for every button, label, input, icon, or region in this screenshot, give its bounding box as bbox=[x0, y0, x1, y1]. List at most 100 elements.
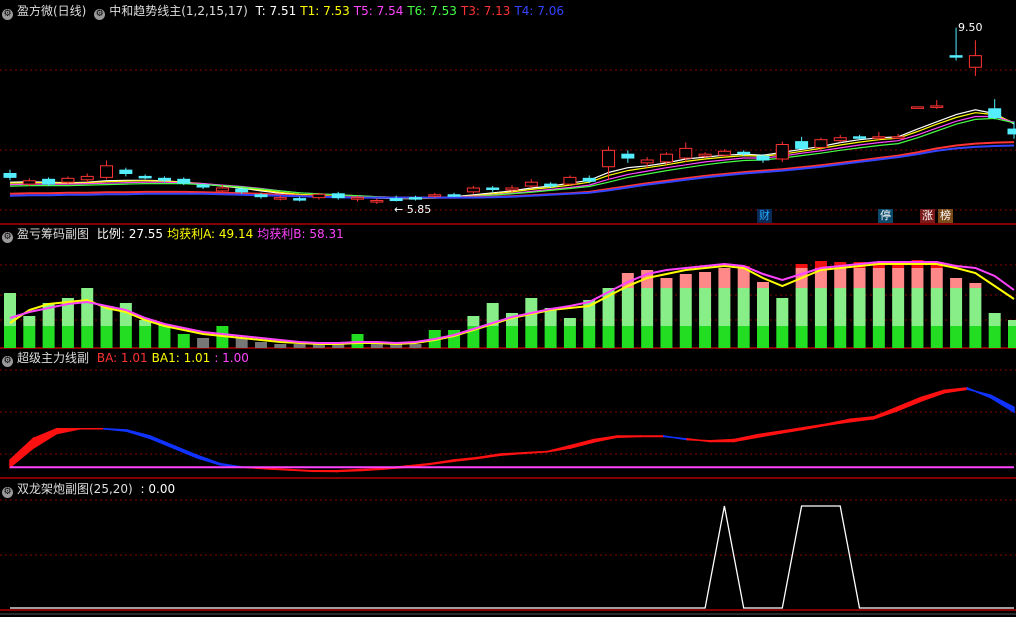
chip-bar-mid bbox=[814, 288, 827, 326]
chip-bar-base bbox=[4, 326, 16, 348]
candle-body bbox=[833, 137, 847, 142]
force-ribbon bbox=[312, 470, 338, 473]
force-ribbon bbox=[9, 436, 35, 469]
settings-icon[interactable]: ⚙ bbox=[94, 9, 106, 20]
candle-body bbox=[351, 197, 365, 200]
chip-bar-mid bbox=[834, 288, 847, 326]
indicator-name[interactable]: 超级主力线副 bbox=[17, 351, 89, 365]
force-ribbon bbox=[709, 438, 735, 443]
chip-bar-mid bbox=[950, 288, 963, 326]
candle-body bbox=[3, 173, 17, 178]
candle-body bbox=[370, 200, 384, 203]
chip-bar-upper bbox=[718, 268, 731, 288]
chip-bar-upper bbox=[930, 268, 943, 288]
chip-bar-upper bbox=[757, 282, 769, 288]
chip-bar-base bbox=[699, 326, 712, 348]
candle-body bbox=[1007, 128, 1016, 135]
chip-bar-base bbox=[969, 326, 982, 348]
chip-bar-mid bbox=[641, 288, 654, 326]
chip-panel[interactable] bbox=[4, 260, 1016, 348]
candle-body bbox=[717, 150, 731, 156]
candle-body bbox=[910, 106, 924, 109]
chip-bar-mid bbox=[737, 288, 750, 326]
chip-bar-mid bbox=[81, 288, 94, 326]
indicator-value: 均获利A: 49.14 bbox=[167, 227, 254, 241]
force-ribbon bbox=[569, 438, 595, 449]
chip-bar-mid bbox=[660, 288, 673, 326]
candle-body bbox=[563, 176, 577, 185]
chip-bar-base bbox=[409, 344, 422, 348]
event-tag[interactable]: 财 bbox=[757, 209, 772, 223]
indicator-value: T3: 7.13 bbox=[460, 4, 511, 18]
candle-body bbox=[157, 177, 171, 181]
chip-bar-base bbox=[679, 326, 692, 348]
force-ribbon bbox=[943, 387, 969, 394]
stock-title[interactable]: 盈方微(日线) bbox=[17, 4, 86, 18]
indicator-name[interactable]: 盈亏筹码副图 bbox=[17, 227, 89, 241]
candle-body bbox=[466, 187, 480, 193]
signal-line bbox=[10, 505, 1014, 609]
low-price-label: ← 5.85 bbox=[394, 203, 432, 216]
candle-body bbox=[331, 193, 345, 199]
settings-icon[interactable]: ⚙ bbox=[2, 232, 13, 243]
high-price-label: 9.50 bbox=[958, 21, 983, 34]
chip-bar-base bbox=[602, 326, 615, 348]
chip-bar-mid bbox=[23, 316, 36, 326]
settings-icon[interactable]: ⚙ bbox=[2, 356, 13, 367]
candle-body bbox=[293, 198, 307, 201]
force-ribbon bbox=[546, 444, 572, 453]
chip-bar-base bbox=[583, 326, 596, 348]
chip-bar-base bbox=[834, 326, 847, 348]
chip-bar-base bbox=[892, 326, 905, 348]
chip-bar-base bbox=[757, 326, 769, 348]
candle-body bbox=[447, 194, 461, 197]
indicator-value: : 1.00 bbox=[214, 351, 249, 365]
stock-chart bbox=[0, 27, 1016, 615]
candle-body bbox=[100, 165, 114, 178]
candle-body bbox=[853, 136, 867, 139]
force-ribbon bbox=[32, 427, 58, 450]
chip-bar-upper bbox=[872, 268, 885, 288]
force-ribbon bbox=[499, 452, 525, 457]
candle-body bbox=[602, 149, 616, 168]
indicator-name[interactable]: 双龙架炮副图(25,20) bbox=[17, 482, 133, 496]
chip-bar-mid bbox=[911, 288, 924, 326]
indicator-values: BA: 1.01 BA1: 1.01: 1.00 bbox=[97, 351, 253, 365]
force-ribbon bbox=[733, 433, 758, 443]
candle-body bbox=[196, 184, 210, 188]
chip-bar-base bbox=[872, 326, 885, 348]
force-ribbon bbox=[429, 459, 455, 466]
force-ribbon bbox=[873, 406, 899, 420]
chip-bar-upper bbox=[969, 283, 982, 288]
force-ribbon bbox=[266, 467, 291, 471]
force-ribbon bbox=[592, 435, 618, 443]
event-tag[interactable]: 停 bbox=[878, 209, 893, 223]
candle-body bbox=[524, 181, 538, 187]
indicator-name[interactable]: 中和趋势线主(1,2,15,17) bbox=[109, 4, 248, 18]
settings-icon[interactable]: ⚙ bbox=[2, 9, 13, 20]
chip-bar-base bbox=[119, 326, 132, 348]
event-tag[interactable]: 榜 bbox=[938, 209, 953, 223]
chip-bar-base bbox=[100, 326, 113, 348]
chip-bar-mid bbox=[776, 298, 789, 326]
candle-body bbox=[61, 177, 75, 183]
price-panel[interactable] bbox=[3, 27, 1016, 204]
force-ribbon bbox=[149, 434, 175, 450]
chip-bar-upper bbox=[834, 268, 847, 288]
candle-body bbox=[408, 197, 422, 200]
chip-bar-mid bbox=[718, 288, 731, 326]
settings-icon[interactable]: ⚙ bbox=[2, 487, 13, 498]
force-ribbon bbox=[686, 438, 712, 443]
chip-bar-upper bbox=[853, 268, 866, 288]
candle-body bbox=[698, 153, 712, 157]
main-force-panel[interactable] bbox=[9, 386, 1015, 473]
candle-body bbox=[235, 188, 249, 193]
double-dragon-panel[interactable] bbox=[10, 505, 1014, 609]
event-tag[interactable]: 涨 bbox=[920, 209, 935, 223]
candle-body bbox=[312, 193, 326, 199]
chip-bar-mid bbox=[853, 288, 866, 326]
chip-bar-base bbox=[293, 344, 306, 348]
chip-bar-mid bbox=[795, 288, 808, 326]
indicator-values: : 0.00 bbox=[141, 482, 180, 496]
chip-bar-mid bbox=[563, 318, 576, 326]
